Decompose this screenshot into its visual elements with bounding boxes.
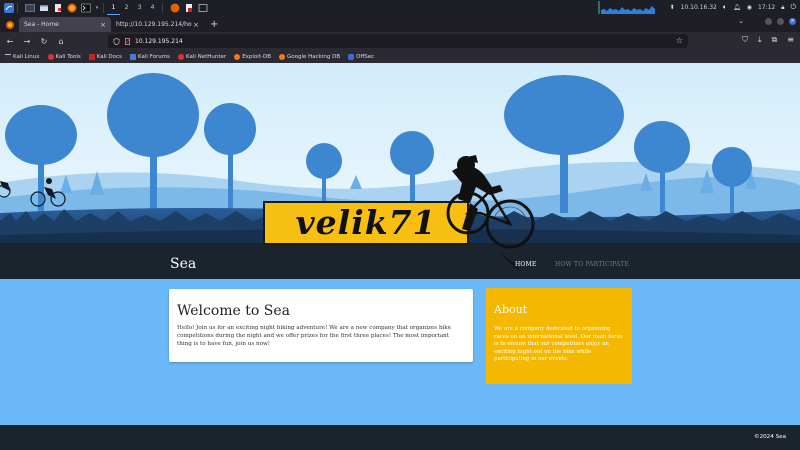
site-footer: ©2024 Sea [0, 425, 800, 450]
about-text: We are a company dedicated to organizing… [494, 326, 623, 363]
browser-navigation-bar: ← → ↻ ⌂ 10.129.195.214 ☆ ⛉ ⤓ ⧉ ≡ [0, 32, 800, 50]
exploit-db-icon [234, 53, 241, 60]
close-tab-icon[interactable]: × [193, 21, 199, 29]
welcome-text: Hello! Join us for an exciting night bik… [177, 325, 452, 347]
shield-icon[interactable] [113, 37, 120, 45]
system-tray: ⬍ 10.10.16.32 🔈︎ 🔔︎ ◉ 17:12 🔒︎ ⏻ [670, 0, 796, 15]
tab-sea-home[interactable]: Sea - Home × [19, 17, 111, 32]
file-manager-icon[interactable] [38, 2, 49, 13]
kali-menu-icon[interactable] [3, 2, 14, 13]
maximize-button[interactable] [777, 17, 784, 25]
reload-icon[interactable]: ↻ [37, 34, 51, 48]
workspace-4[interactable]: 4 [146, 0, 159, 15]
url-bar[interactable]: 10.129.195.214 ☆ [108, 34, 688, 48]
nethunter-icon [177, 53, 184, 60]
kali-tools-icon [47, 53, 54, 60]
cpu-usage-graph [598, 1, 656, 14]
workspace-3[interactable]: 3 [133, 0, 146, 15]
web-page: velik71 Sea HOME HOW TO PARTICIPATE Welc… [0, 63, 800, 450]
bookmark-exploit-db[interactable]: Exploit-DB [234, 53, 271, 60]
hero-banner [0, 63, 800, 279]
volume-icon[interactable]: 🔈︎ [723, 3, 727, 12]
insecure-page-icon[interactable] [124, 37, 131, 45]
dropdown-icon[interactable]: ▾ [94, 2, 100, 13]
kali-dragon-icon [5, 53, 11, 60]
content-area: Welcome to Sea Hello! Join us for an exc… [0, 279, 800, 425]
kali-forums-icon [129, 53, 136, 60]
bookmarks-toolbar: Kali Linux Kali Tools Kali Docs Kali For… [0, 50, 800, 63]
nav-link-home[interactable]: HOME [515, 261, 536, 268]
footer-copyright: ©2024 Sea [753, 434, 786, 440]
back-arrow-icon[interactable]: ← [3, 34, 17, 48]
logo-text: velik71 [295, 203, 437, 242]
bookmark-kali-forums[interactable]: Kali Forums [129, 53, 170, 60]
notification-bell-icon[interactable]: 🔔︎ [733, 4, 741, 11]
power-icon[interactable]: ⏻ [790, 3, 796, 12]
browser-tab-strip: Sea - Home × http://10.129.195.214/how-t… [0, 15, 800, 32]
terminal-launcher-icon[interactable] [24, 2, 35, 13]
bookmark-kali-tools[interactable]: Kali Tools [47, 53, 81, 60]
tab-label: http://10.129.195.214/how-t [116, 21, 192, 28]
window-controls: ⌄ × [738, 17, 796, 25]
text-editor-icon[interactable] [52, 2, 63, 13]
workspace-2[interactable]: 2 [120, 0, 133, 15]
list-all-tabs-icon[interactable]: ⌄ [738, 17, 744, 25]
clock: 17:12 [757, 4, 776, 11]
bookmark-kali-nethunter[interactable]: Kali NetHunter [177, 53, 226, 60]
offsec-icon [348, 53, 355, 60]
bookmark-kali-linux[interactable]: Kali Linux [5, 53, 40, 60]
nav-link-how-to-participate[interactable]: HOW TO PARTICIPATE [555, 261, 629, 268]
downloads-icon[interactable]: ⤓ [758, 35, 762, 45]
home-icon[interactable]: ⌂ [54, 34, 68, 48]
close-tab-icon[interactable]: × [100, 21, 106, 29]
document-window-icon[interactable] [183, 2, 194, 13]
tab-label: Sea - Home [24, 21, 59, 28]
lock-icon[interactable]: 🔒︎ [781, 4, 784, 12]
forward-arrow-icon[interactable]: → [20, 34, 34, 48]
about-title: About [494, 303, 528, 316]
bookmark-google-hacking-db[interactable]: Google Hacking DB [278, 53, 340, 60]
system-taskbar: ▾ 1 2 3 4 ⬍ 10.10.16.32 🔈︎ 🔔︎ ◉ 17:12 🔒︎… [0, 0, 800, 15]
tab-how-to-participate[interactable]: http://10.129.195.214/how-t × [111, 17, 204, 32]
url-text: 10.129.195.214 [135, 37, 183, 45]
terminal-emulator-icon[interactable] [80, 2, 91, 13]
toolbar-right-buttons: ⛉ ⤓ ⧉ ≡ [742, 35, 794, 45]
ghdb-icon [278, 53, 285, 60]
bookmark-star-icon[interactable]: ☆ [676, 36, 683, 45]
bookmark-kali-docs[interactable]: Kali Docs [88, 53, 122, 60]
welcome-card: Welcome to Sea Hello! Join us for an exc… [169, 289, 473, 362]
network-icon[interactable]: ⬍ [670, 4, 675, 11]
workspace-1[interactable]: 1 [107, 0, 120, 15]
firefox-window-icon[interactable] [169, 2, 180, 13]
about-card: About We are a company dedicated to orga… [486, 288, 632, 384]
bookmark-offsec[interactable]: OffSec [348, 53, 374, 60]
close-window-button[interactable]: × [789, 17, 796, 25]
pocket-icon[interactable]: ⛉ [742, 35, 748, 45]
welcome-title: Welcome to Sea [177, 303, 291, 319]
window-icon[interactable] [197, 2, 208, 13]
firefox-launcher-icon[interactable] [66, 2, 77, 13]
site-title[interactable]: Sea [170, 256, 196, 272]
network-address: 10.10.16.32 [680, 4, 717, 11]
minimize-button[interactable] [765, 17, 772, 25]
extensions-icon[interactable]: ⧉ [772, 35, 778, 45]
new-tab-button[interactable]: + [210, 17, 218, 32]
firefox-view-icon[interactable] [4, 19, 15, 30]
power-status-icon[interactable]: ◉ [747, 4, 752, 11]
kali-docs-icon [88, 53, 95, 60]
menu-icon[interactable]: ≡ [787, 35, 794, 45]
site-logo: velik71 [268, 203, 464, 243]
